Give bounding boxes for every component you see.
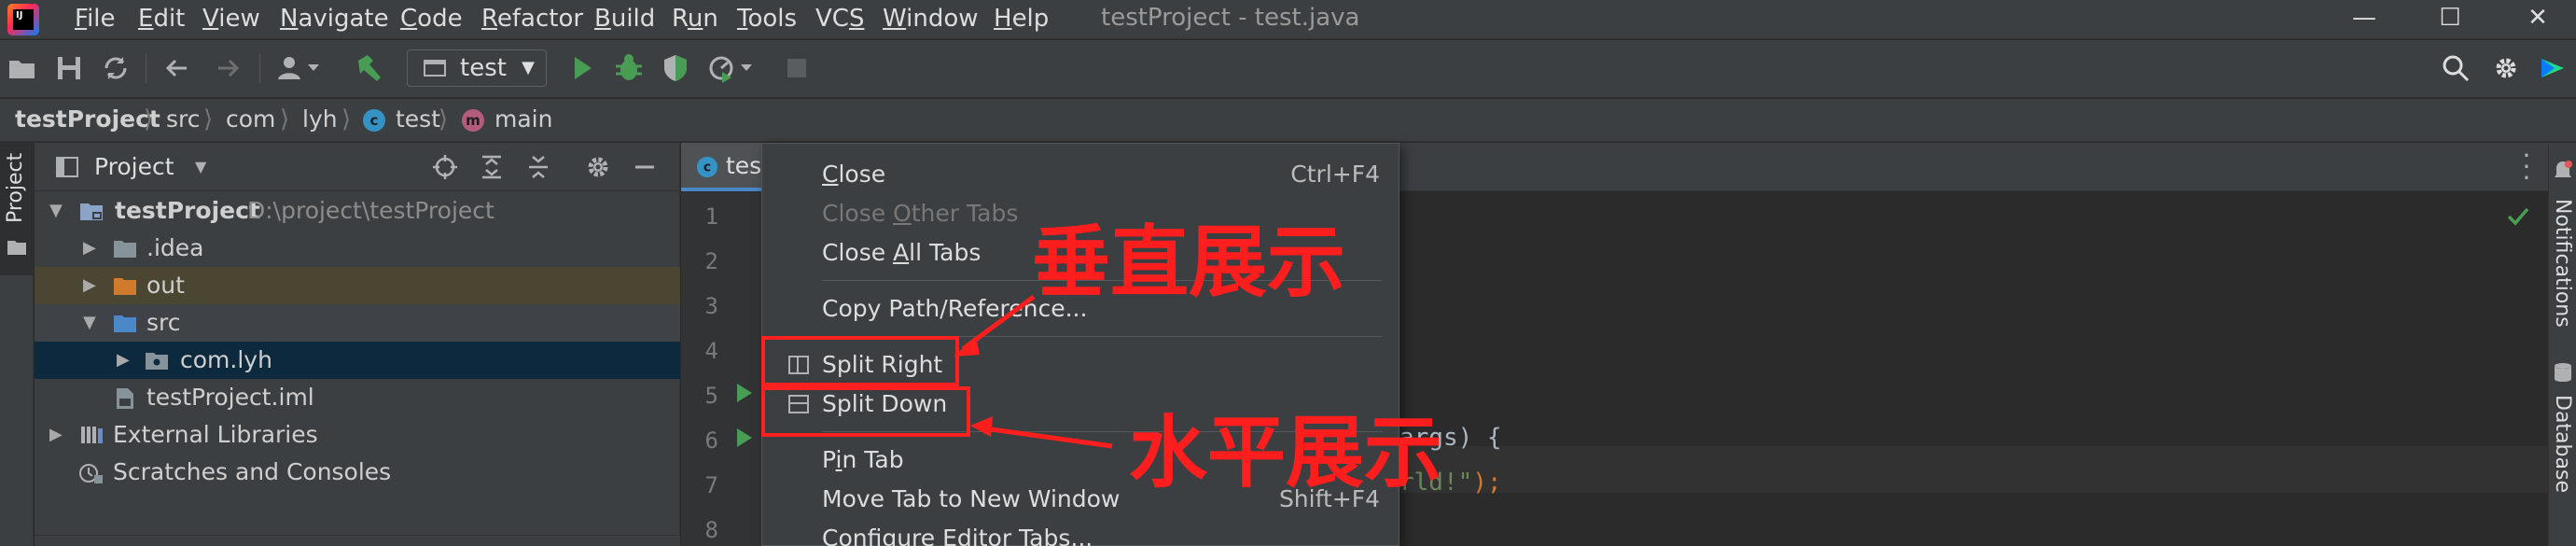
- arrow-to-split-down: [977, 425, 1113, 449]
- arrow-head-split-right: [954, 336, 980, 357]
- annotation-horizontal-text: 水平展示: [1129, 407, 1443, 498]
- annotation-vertical-text: 垂直展示: [1032, 217, 1346, 308]
- arrow-head-split-down: [970, 416, 993, 437]
